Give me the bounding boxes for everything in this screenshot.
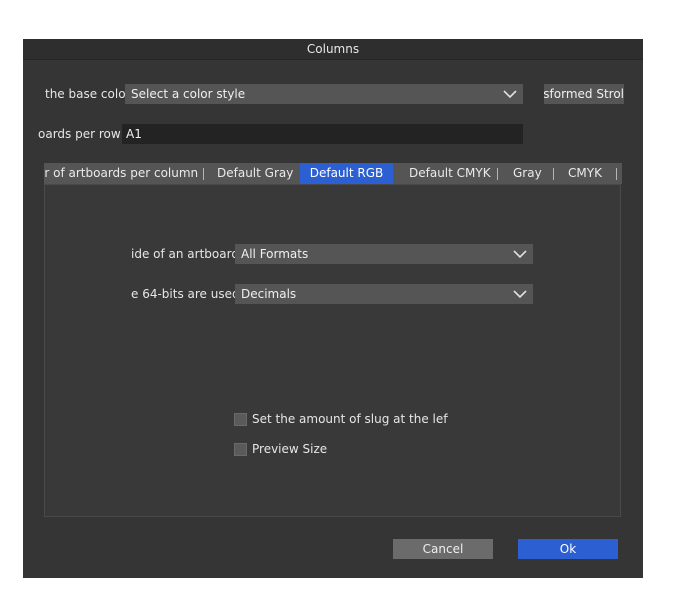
color-style-select-value: Select a color style xyxy=(131,87,246,101)
transformed-stroke-label: ansformed Strol xyxy=(544,87,624,101)
tab-panel: ide of an artboard All Formats e 64-bits… xyxy=(44,184,621,517)
chevron-down-icon xyxy=(513,290,527,299)
boards-per-row-label: oards per row xyxy=(38,127,121,141)
decimals-select[interactable]: Decimals xyxy=(235,284,533,304)
tab-divider xyxy=(616,168,617,180)
columns-dialog: Columns the base color Select a color st… xyxy=(23,39,643,578)
tab-label: Default Gray xyxy=(217,166,294,180)
preview-size-label: Preview Size xyxy=(252,442,328,456)
base-color-label: the base color xyxy=(45,87,131,101)
tab-default-gray[interactable]: Default Gray xyxy=(217,163,293,184)
tab-label: Gray xyxy=(513,166,542,180)
tab-cmyk[interactable]: CMYK xyxy=(568,163,602,184)
chevron-down-icon xyxy=(503,90,517,99)
formats-select[interactable]: All Formats xyxy=(235,244,533,264)
ok-button[interactable]: Ok xyxy=(518,539,618,559)
tab-label: Default RGB xyxy=(309,166,384,180)
tab-divider xyxy=(553,168,554,180)
bits-label: e 64-bits are used xyxy=(131,287,240,301)
tab-bar: er of artboards per column Default Gray … xyxy=(44,163,622,184)
tab-divider xyxy=(203,168,204,180)
tab-default-rgb[interactable]: Default RGB xyxy=(300,163,393,184)
tab-gray[interactable]: Gray xyxy=(513,163,542,184)
preview-size-checkbox[interactable] xyxy=(234,443,247,456)
slug-checkbox[interactable] xyxy=(234,413,247,426)
formats-select-value: All Formats xyxy=(241,247,309,261)
tab-label: CMYK xyxy=(568,166,602,180)
cancel-button[interactable]: Cancel xyxy=(393,539,493,559)
tab-divider xyxy=(497,168,498,180)
boards-per-row-input[interactable]: A1 xyxy=(122,124,523,144)
transformed-stroke-button[interactable]: ansformed Strol xyxy=(544,84,624,104)
dialog-title: Columns xyxy=(23,39,643,60)
artboard-side-label: ide of an artboard xyxy=(131,247,239,261)
chevron-down-icon xyxy=(513,250,527,259)
tab-default-cmyk[interactable]: Default CMYK xyxy=(409,163,491,184)
boards-per-row-value: A1 xyxy=(126,127,142,141)
color-style-select[interactable]: Select a color style xyxy=(125,84,523,104)
tab-artboards-per-column[interactable]: er of artboards per column xyxy=(44,163,198,184)
tab-label: er of artboards per column xyxy=(44,166,199,180)
decimals-select-value: Decimals xyxy=(241,287,297,301)
tab-label: Default CMYK xyxy=(409,166,491,180)
slug-checkbox-label: Set the amount of slug at the left sid xyxy=(252,412,448,426)
